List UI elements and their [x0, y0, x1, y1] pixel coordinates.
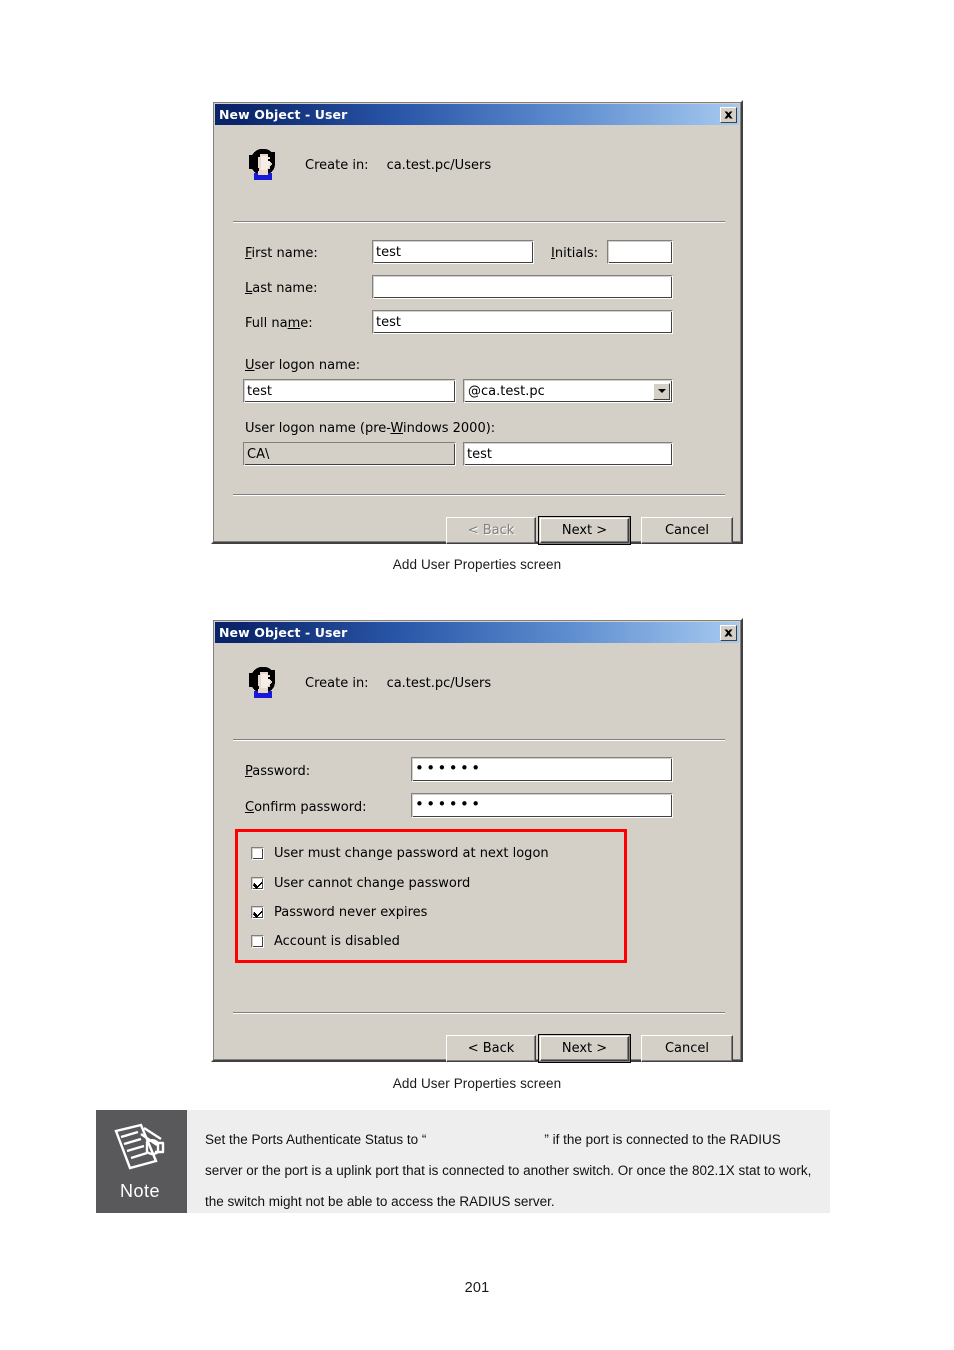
footer-separator	[233, 494, 725, 496]
figure-1-caption: Add User Properties screen	[392, 557, 562, 572]
dialog-titlebar[interactable]: New Object - User	[215, 622, 739, 643]
close-icon[interactable]	[720, 624, 737, 641]
cancel-button[interactable]: Cancel	[641, 1035, 733, 1062]
note-badge: Note	[96, 1110, 184, 1213]
confirm-password-label: Confirm password:	[245, 800, 367, 815]
last-name-label: Last name:	[245, 281, 318, 296]
pre-windows-2000-name-input[interactable]: test	[463, 442, 673, 466]
checkbox-user-must-change-password[interactable]: User must change password at next logon	[251, 846, 549, 861]
initials-label: Initials:	[551, 246, 599, 261]
create-in-row: Create in: ca.test.pc/Users	[247, 147, 491, 183]
note-badge-label: Note	[119, 1181, 161, 1201]
checkbox-label: Account is disabled	[274, 934, 400, 949]
password-input[interactable]: ••••••	[411, 757, 673, 782]
create-in-label: Create in:	[305, 157, 369, 173]
note-text: Set the Ports Authenticate Status to “” …	[184, 1110, 830, 1213]
dialog-title: New Object - User	[219, 107, 348, 122]
initials-input[interactable]	[607, 240, 673, 264]
checkbox-user-cannot-change-password[interactable]: User cannot change password	[251, 876, 470, 891]
domain-suffix-select[interactable]: @ca.test.pc	[463, 379, 673, 403]
note-callout: Note Set the Ports Authenticate Status t…	[96, 1110, 830, 1213]
new-object-user-dialog-1[interactable]: New Object - User Create in: ca.test.pc/…	[211, 100, 743, 545]
cancel-button-label: Cancel	[664, 1041, 710, 1056]
domain-suffix-value: @ca.test.pc	[468, 383, 545, 399]
password-value: ••••••	[415, 759, 483, 777]
checkbox-label: User must change password at next logon	[274, 846, 549, 861]
header-separator	[233, 739, 725, 741]
create-in-value: ca.test.pc/Users	[386, 157, 492, 173]
close-icon[interactable]	[720, 106, 737, 123]
user-head-icon	[247, 147, 281, 183]
figure-2-caption: Add User Properties screen	[392, 1076, 562, 1091]
checkbox-label: Password never expires	[274, 905, 428, 920]
checkbox-box[interactable]	[251, 906, 264, 919]
checkbox-box[interactable]	[251, 935, 264, 948]
password-label: Password:	[245, 764, 311, 779]
back-button-label: < Back	[467, 1041, 515, 1056]
note-pencil-paper-icon	[111, 1120, 169, 1179]
dialog-body: Create in: ca.test.pc/Users First name: …	[215, 125, 739, 545]
next-button-label: Next >	[561, 523, 608, 538]
dialog-titlebar[interactable]: New Object - User	[215, 104, 739, 125]
user-logon-name-input[interactable]: test	[243, 379, 456, 403]
user-logon-name-label: User logon name:	[245, 358, 361, 373]
chevron-down-icon[interactable]	[653, 382, 670, 400]
checkbox-account-is-disabled[interactable]: Account is disabled	[251, 934, 400, 949]
full-name-input[interactable]: test	[372, 310, 673, 334]
document-page: New Object - User Create in: ca.test.pc/…	[0, 0, 954, 1350]
checkbox-box[interactable]	[251, 847, 264, 860]
new-object-user-dialog-2[interactable]: New Object - User Create in: ca.test.pc/…	[211, 618, 743, 1063]
back-button: < Back	[446, 517, 536, 544]
checkbox-password-never-expires[interactable]: Password never expires	[251, 905, 427, 920]
create-in-value: ca.test.pc/Users	[386, 675, 492, 691]
pre-windows-2000-domain-input: CA\	[243, 442, 456, 466]
first-name-input[interactable]: test	[372, 240, 534, 264]
create-in-row: Create in: ca.test.pc/Users	[247, 665, 491, 701]
footer-separator	[233, 1012, 725, 1014]
pre-windows-2000-label: User logon name (pre-Windows 2000):	[245, 421, 496, 436]
back-button[interactable]: < Back	[446, 1035, 536, 1062]
header-separator	[233, 221, 725, 223]
cancel-button[interactable]: Cancel	[641, 517, 733, 544]
cancel-button-label: Cancel	[664, 523, 710, 538]
confirm-password-value: ••••••	[415, 795, 483, 813]
page-number: 201	[464, 1280, 490, 1296]
checkbox-box[interactable]	[251, 877, 264, 890]
note-text-part1: Set the Ports Authenticate Status to “	[205, 1132, 427, 1147]
next-button[interactable]: Next >	[538, 1034, 631, 1063]
next-button-label: Next >	[561, 1041, 608, 1056]
create-in-label: Create in:	[305, 675, 369, 691]
dialog-title: New Object - User	[219, 625, 348, 640]
confirm-password-input[interactable]: ••••••	[411, 793, 673, 818]
first-name-label: First name:	[245, 246, 318, 261]
dialog-body: Create in: ca.test.pc/Users Password: ••…	[215, 643, 739, 1063]
checkbox-label: User cannot change password	[274, 876, 471, 891]
full-name-label: Full name:	[245, 316, 313, 331]
user-head-icon	[247, 665, 281, 701]
next-button[interactable]: Next >	[538, 516, 631, 545]
last-name-input[interactable]	[372, 275, 673, 299]
back-button-label: < Back	[467, 523, 515, 538]
